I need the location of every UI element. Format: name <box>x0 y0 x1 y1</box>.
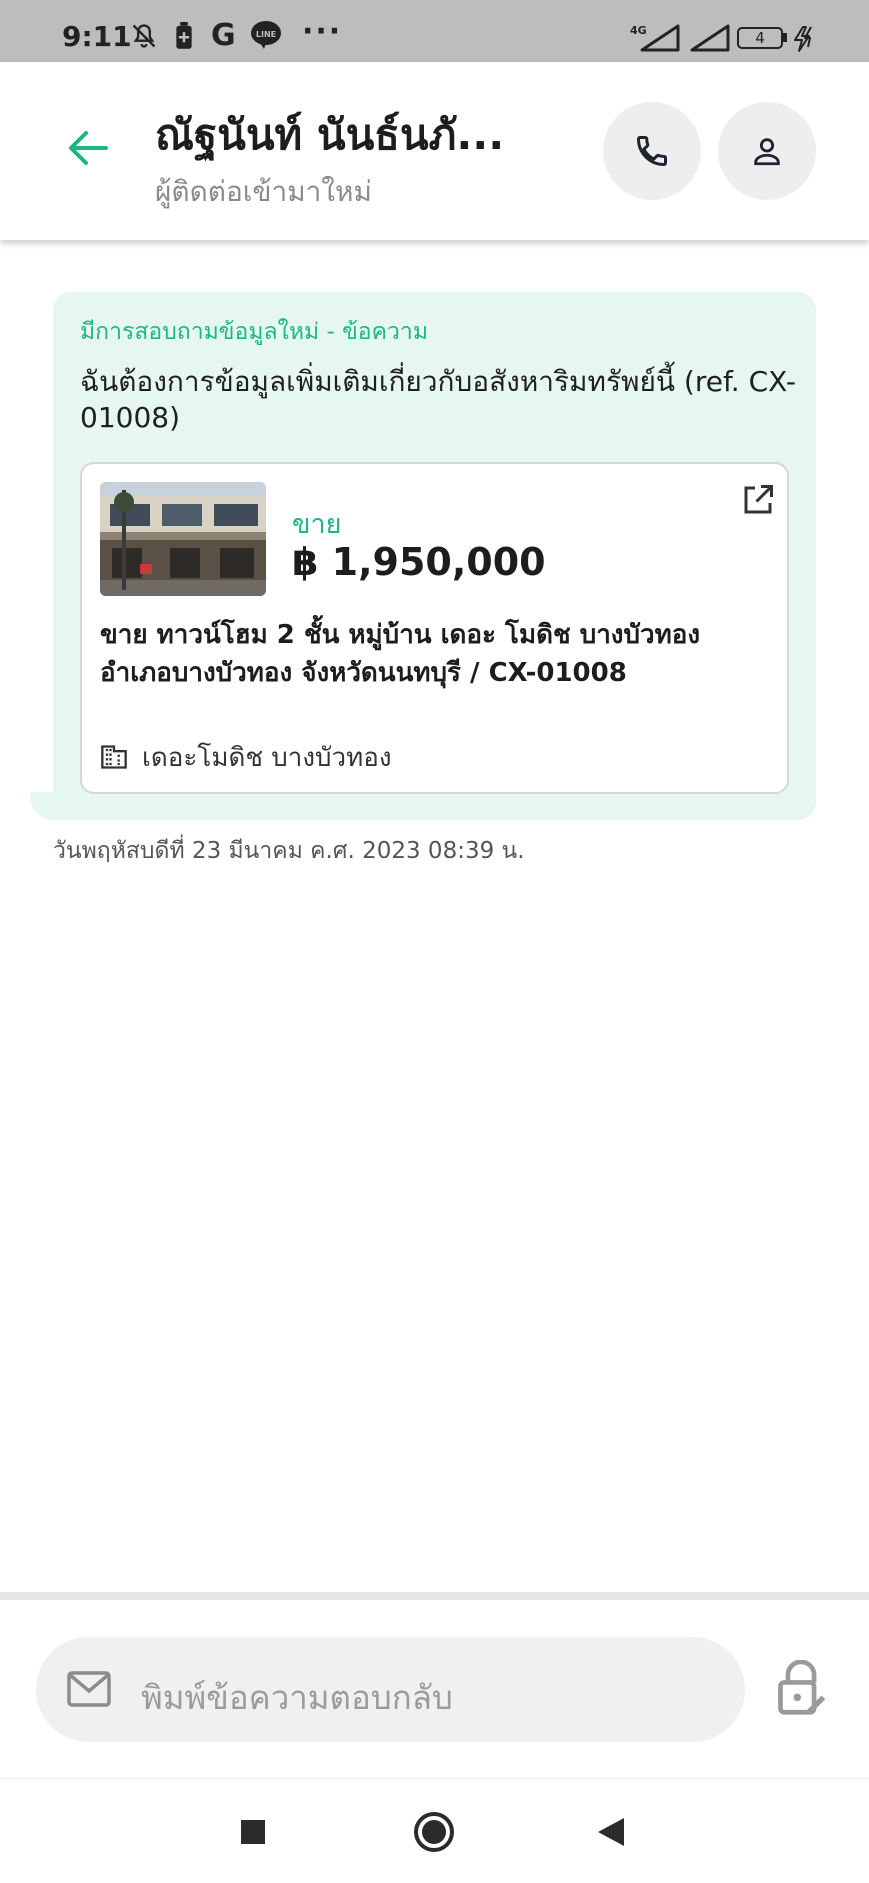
listing-type: ขาย <box>292 509 342 540</box>
home-circle-icon <box>414 1812 454 1852</box>
status-bar: 9:11 G LINE ··· 4G 4 <box>0 0 869 62</box>
status-time: 9:11 <box>62 20 132 53</box>
message-text: ฉันต้องการข้อมูลเพิ่มเติมเกี่ยวกับอสังหา… <box>80 365 797 434</box>
bell-off-icon <box>132 24 156 48</box>
message-label: มีการสอบถามข้อมูลใหม่ - ข้อความ <box>80 319 428 345</box>
contact-name: ณัฐนันท์ นันธ์นภั... <box>155 110 505 159</box>
charging-icon <box>794 26 812 52</box>
battery-saver-icon <box>176 22 192 49</box>
signal-icon <box>640 24 680 52</box>
google-icon: G <box>211 18 236 53</box>
mail-icon <box>67 1671 111 1707</box>
divider <box>0 1592 869 1600</box>
battery-tip <box>783 33 787 42</box>
arrow-left-icon <box>69 131 108 165</box>
battery-icon: 4 <box>737 27 783 49</box>
lock-edit-icon[interactable] <box>776 1660 826 1716</box>
listing-card[interactable]: ขาย ฿ 1,950,000 ขาย ทาวน์โฮม 2 ชั้น หมู่… <box>80 462 789 794</box>
profile-button[interactable] <box>718 102 816 200</box>
signal-icon <box>690 24 730 52</box>
chat-header: ณัฐนันท์ นันธ์นภั... ผู้ติดต่อเข้ามาใหม่ <box>0 62 869 240</box>
back-button[interactable] <box>62 122 114 174</box>
call-button[interactable] <box>603 102 701 200</box>
svg-text:LINE: LINE <box>256 30 276 39</box>
system-nav-bar <box>0 1778 869 1883</box>
contact-subtitle: ผู้ติดต่อเข้ามาใหม่ <box>155 175 372 208</box>
listing-title: ขาย ทาวน์โฮม 2 ชั้น หมู่บ้าน เดอะ โมดิช … <box>100 620 701 688</box>
recents-button[interactable] <box>230 1809 276 1855</box>
external-link-icon[interactable] <box>740 482 776 518</box>
reply-composer: พิมพ์ข้อความตอบกลับ <box>0 1600 869 1778</box>
back-nav-button[interactable] <box>588 1809 634 1855</box>
listing-project: เดอะโมดิช บางบัวทอง <box>100 740 392 774</box>
message-bubble: มีการสอบถามข้อมูลใหม่ - ข้อความ ฉันต้องก… <box>53 292 816 820</box>
home-button[interactable] <box>411 1809 457 1855</box>
project-name: เดอะโมดิช บางบัวทอง <box>142 742 392 773</box>
reply-placeholder: พิมพ์ข้อความตอบกลับ <box>141 1678 453 1717</box>
reply-input[interactable]: พิมพ์ข้อความตอบกลับ <box>36 1637 745 1742</box>
more-icon: ··· <box>302 14 343 49</box>
listing-price: ฿ 1,950,000 <box>292 540 546 584</box>
triangle-back-icon <box>598 1818 624 1846</box>
listing-thumbnail <box>100 482 266 596</box>
square-icon <box>241 1820 265 1844</box>
building-icon <box>101 745 127 769</box>
phone-icon <box>636 136 667 167</box>
line-icon: LINE <box>251 21 281 49</box>
townhouse-image <box>100 482 266 596</box>
message-timestamp: วันพฤหัสบดีที่ 23 มีนาคม ค.ศ. 2023 08:39… <box>53 838 525 864</box>
person-icon <box>754 138 780 166</box>
battery-level: 4 <box>755 29 765 47</box>
